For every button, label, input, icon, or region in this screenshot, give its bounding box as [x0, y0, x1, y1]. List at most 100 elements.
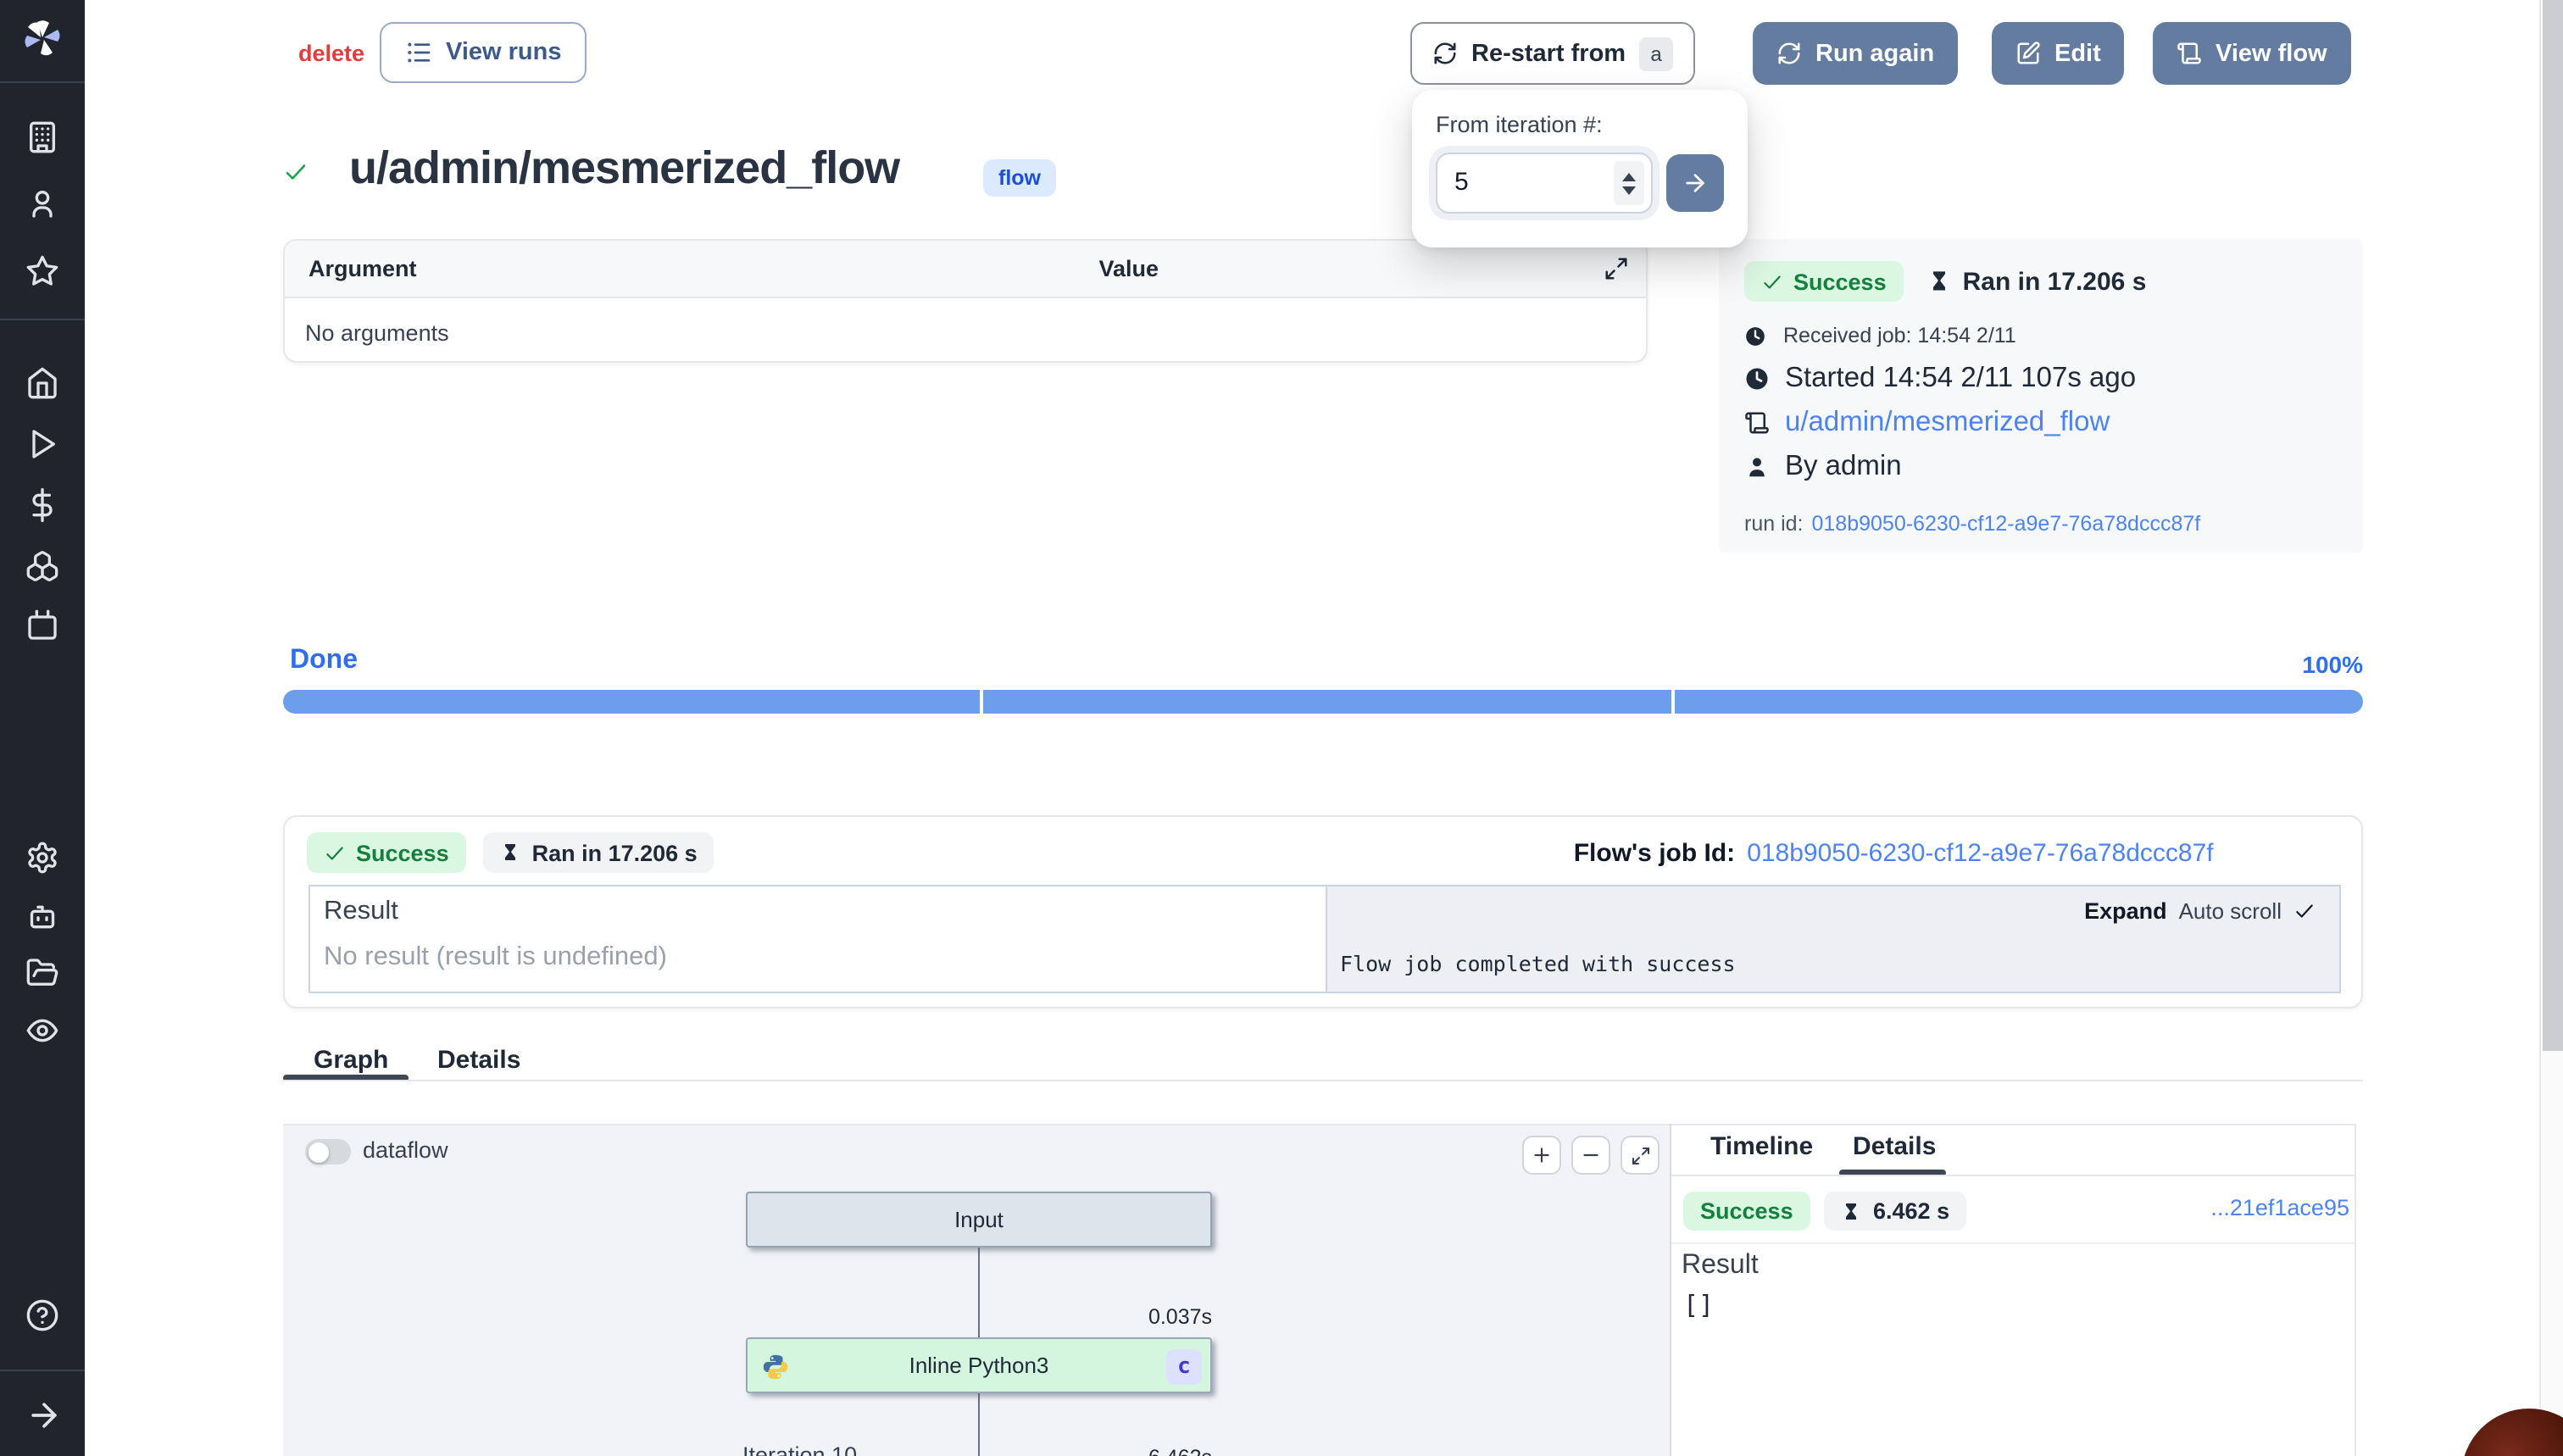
user-icon[interactable] — [25, 186, 59, 220]
result-empty-text: No result (result is undefined) — [324, 942, 1311, 973]
stepper-down-icon[interactable] — [1623, 186, 1637, 194]
arrow-right-icon[interactable] — [25, 1397, 63, 1434]
scroll-icon — [1744, 410, 1770, 436]
side-panel-row-border — [1671, 1242, 2355, 1244]
expand-button[interactable]: Expand — [2084, 898, 2167, 924]
page-title: u/admin/mesmerized_flow — [349, 142, 899, 195]
fit-view-button[interactable] — [1621, 1136, 1660, 1175]
flow-badge: flow — [983, 159, 1056, 197]
step-status-badge: Success — [1683, 1192, 1810, 1231]
calendar-icon[interactable] — [25, 609, 59, 642]
edit-label: Edit — [2054, 40, 2101, 67]
folder-open-icon[interactable] — [25, 956, 59, 990]
clock-icon — [1744, 366, 1770, 392]
progress-label: Done — [290, 646, 358, 676]
run-again-button[interactable]: Run again — [1753, 22, 1958, 85]
zoom-out-button[interactable] — [1571, 1136, 1610, 1175]
hourglass-icon — [500, 842, 520, 863]
edit-button[interactable]: Edit — [1992, 22, 2125, 85]
column-argument: Argument — [309, 256, 417, 281]
home-icon[interactable] — [25, 366, 59, 400]
restart-from-button[interactable]: Re-start from a — [1410, 22, 1695, 85]
windmill-logo-icon[interactable] — [20, 17, 64, 61]
tab-details[interactable]: Details — [437, 1046, 520, 1075]
dataflow-toggle[interactable] — [305, 1139, 351, 1164]
log-pane: Expand Auto scroll Flow job completed wi… — [1325, 886, 2339, 992]
play-icon[interactable] — [25, 427, 59, 461]
flow-path-link[interactable]: u/admin/mesmerized_flow — [1785, 407, 2110, 439]
corner-notification-blob[interactable] — [2461, 1409, 2563, 1456]
started-text: Started 14:54 2/11 107s ago — [1785, 363, 2136, 395]
tabs-border — [283, 1080, 2363, 1081]
python-icon — [761, 1353, 790, 1381]
tab-timeline[interactable]: Timeline — [1710, 1132, 1813, 1161]
boxes-icon[interactable] — [25, 549, 59, 583]
number-stepper[interactable] — [1615, 161, 1645, 205]
restart-kbd: a — [1639, 36, 1673, 70]
flow-result-card: Success Ran in 17.206 s Flow's job Id: 0… — [283, 815, 2363, 1009]
help-circle-icon[interactable] — [25, 1298, 59, 1332]
toggle-knob — [308, 1142, 328, 1162]
log-line: Flow job completed with success — [1340, 951, 1736, 976]
bot-icon[interactable] — [25, 900, 59, 934]
side-panel-right-border — [2355, 1124, 2356, 1456]
iteration-number-input[interactable]: 5 — [1436, 153, 1654, 214]
progress-segment-divider — [1671, 690, 1675, 714]
minus-icon — [1580, 1144, 1602, 1166]
restart-iteration-popup: From iteration #: 5 — [1412, 90, 1748, 247]
stepper-up-icon[interactable] — [1623, 172, 1637, 181]
scrollbar-thumb[interactable] — [2543, 0, 2563, 1051]
graph-node-input[interactable]: Input — [746, 1192, 1212, 1248]
scrollbar-track[interactable] — [2539, 0, 2563, 1456]
progress-percent: 100% — [2254, 651, 2363, 678]
iteration-label: Iteration 10 — [742, 1442, 857, 1456]
step-result-value: [] — [1683, 1290, 1714, 1320]
zoom-in-button[interactable] — [1522, 1136, 1561, 1175]
graph-edge — [978, 1393, 980, 1456]
view-flow-label: View flow — [2216, 40, 2327, 67]
job-id-link[interactable]: 018b9050-6230-cf12-a9e7-76a78dccc87f — [1747, 838, 2213, 867]
workspace-divider — [1670, 1124, 1671, 1456]
delete-button[interactable]: delete — [298, 41, 364, 66]
view-flow-button[interactable]: View flow — [2153, 22, 2351, 85]
step-duration: 0.037s — [1110, 1305, 1212, 1329]
tab-graph[interactable]: Graph — [314, 1046, 388, 1075]
user-icon — [1744, 454, 1770, 480]
settings-gear-icon[interactable] — [25, 841, 59, 875]
hourglass-icon — [1841, 1201, 1861, 1221]
sidebar-divider — [0, 1370, 85, 1371]
eye-icon[interactable] — [25, 1014, 59, 1048]
check-icon[interactable] — [2293, 900, 2316, 922]
app-window: delete View runs Re-start from a Run aga… — [0, 0, 2563, 1456]
pencil-square-icon — [2015, 41, 2041, 66]
arrow-right-icon — [1682, 169, 1709, 197]
duration-badge: Ran in 17.206 s — [483, 832, 714, 873]
check-icon — [1761, 270, 1783, 292]
graph-node-python[interactable]: Inline Python3 c — [746, 1337, 1212, 1393]
progress-segment-divider — [980, 690, 983, 714]
job-id-row: Flow's job Id: 018b9050-6230-cf12-a9e7-7… — [1574, 838, 2214, 867]
arguments-table: Argument Value No arguments — [283, 239, 1648, 363]
building-icon[interactable] — [25, 120, 59, 154]
step-job-link[interactable]: ...21ef1ace95 — [2170, 1195, 2349, 1220]
tab-details-side[interactable]: Details — [1853, 1132, 1936, 1161]
view-runs-button[interactable]: View runs — [380, 22, 587, 83]
result-title: Result — [324, 897, 1311, 927]
author-text: By admin — [1785, 451, 1902, 483]
run-id-link[interactable]: 018b9050-6230-cf12-a9e7-76a78dccc87f — [1812, 512, 2201, 536]
flow-graph-canvas[interactable] — [283, 1124, 1670, 1456]
clock-icon — [1744, 325, 1766, 347]
column-value: Value — [1098, 256, 1159, 281]
star-icon[interactable] — [25, 254, 59, 288]
result-log-split: Result No result (result is undefined) E… — [309, 885, 2341, 993]
sidebar-divider — [0, 81, 85, 83]
dollar-sign-icon[interactable] — [25, 488, 59, 522]
iteration-value: 5 — [1454, 168, 1469, 197]
progress-bar — [283, 690, 2363, 714]
hourglass-icon — [1927, 270, 1951, 293]
view-runs-label: View runs — [446, 39, 561, 66]
input-node-label: Input — [954, 1207, 1004, 1232]
refresh-icon — [1776, 41, 1802, 66]
expand-icon[interactable] — [1604, 256, 1629, 281]
restart-submit-button[interactable] — [1667, 154, 1724, 212]
